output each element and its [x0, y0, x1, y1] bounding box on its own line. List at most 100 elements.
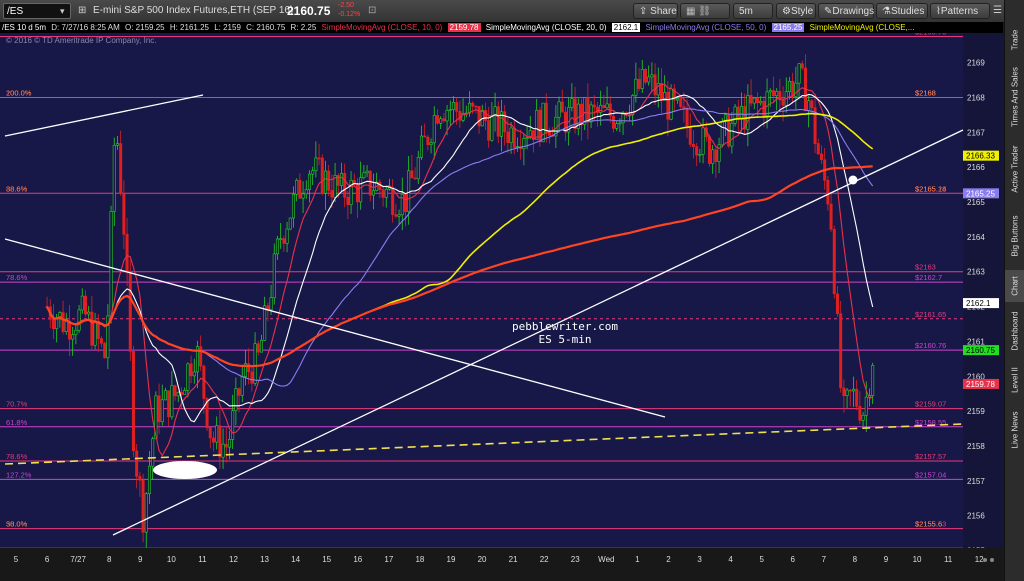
candle-body — [871, 365, 875, 396]
candle-body — [701, 127, 705, 155]
candle-body — [448, 109, 452, 111]
candle-body — [560, 101, 564, 113]
x-tick-label: 6 — [791, 555, 796, 564]
symbol-dropdown-icon[interactable]: ▾ — [60, 3, 65, 19]
candle-body — [343, 173, 347, 198]
candle-body — [227, 439, 231, 448]
candle-body — [442, 118, 446, 122]
candle-body — [317, 157, 321, 160]
right-tab-label: Dashboard — [1010, 311, 1020, 351]
candle-body — [346, 197, 350, 206]
share-button[interactable]: ⇪ Share — [633, 3, 678, 19]
level-left-label-2: 38.6% — [6, 184, 28, 193]
right-tab-dashboard[interactable]: Dashboard — [1005, 306, 1024, 356]
candle-body — [512, 127, 516, 148]
candle-body — [355, 184, 359, 203]
candle-body — [637, 78, 641, 89]
level-right-label: $2169.73 — [915, 33, 946, 36]
candle-body — [253, 343, 257, 384]
candle-body — [135, 450, 139, 477]
candle-body — [685, 108, 689, 127]
patterns-button[interactable]: ⌇Patterns — [930, 3, 990, 19]
candle-body — [397, 214, 401, 217]
candle-body — [835, 293, 839, 314]
drawings-button[interactable]: ✎Drawings — [818, 3, 874, 19]
candle-body — [698, 153, 702, 156]
candle-body — [810, 100, 814, 109]
right-tab-level-ii[interactable]: Level II — [1005, 360, 1024, 400]
candle-body — [691, 144, 695, 147]
x-tick-label: Wed — [598, 555, 614, 564]
sma50-legend[interactable]: SimpleMovingAvg (CLOSE, 50, 0) — [645, 23, 766, 32]
menu-icon[interactable]: ☰ — [993, 3, 1002, 19]
candle-body — [483, 110, 487, 121]
candle-body — [99, 338, 103, 344]
options-icon[interactable]: ⊡ — [368, 3, 376, 19]
right-tab-live-news[interactable]: Live News — [1005, 404, 1024, 456]
right-tab-trade[interactable]: Trade — [1005, 22, 1024, 58]
candle-body — [487, 120, 491, 141]
candle-body — [816, 143, 820, 155]
y-tick-label: 2158 — [967, 442, 985, 451]
x-axis-band — [0, 548, 1003, 581]
interval-button[interactable]: 5m — [733, 3, 773, 19]
y-tick-label: 2169 — [967, 59, 985, 68]
price-chart[interactable]: © 2016 © TD Ameritrade IP Company, Inc. … — [0, 33, 1003, 581]
sma-last-legend[interactable]: SimpleMovingAvg (CLOSE,... — [810, 23, 915, 32]
studies-button[interactable]: ⚗Studies — [876, 3, 928, 19]
x-tick-label: 2 — [666, 555, 671, 564]
level-right-label-2: $2168 — [915, 88, 936, 97]
candle-body — [759, 100, 763, 104]
highlight-ellipse[interactable] — [153, 461, 217, 479]
y-tick-label: 2166 — [967, 163, 985, 172]
level-right-label: $2159.07 — [915, 400, 946, 409]
right-tab-times-and-sales[interactable]: Times And Sales — [1005, 62, 1024, 132]
sma20-legend[interactable]: SimpleMovingAvg (CLOSE, 20, 0) — [486, 23, 607, 32]
candle-body — [765, 91, 769, 117]
candle-body — [327, 170, 331, 191]
price-tag-label: 2162.1 — [966, 299, 991, 308]
candle-body — [109, 211, 113, 317]
candle-body — [861, 414, 865, 421]
candle-body — [339, 173, 343, 186]
y-tick-label: 2157 — [967, 477, 985, 486]
candle-body — [451, 102, 455, 110]
candle-body — [864, 396, 868, 416]
level-right-label: $2157.04 — [915, 470, 946, 479]
candle-body — [800, 63, 804, 69]
candle-body — [736, 106, 740, 120]
candle-body — [394, 214, 398, 217]
right-tab-big-buttons[interactable]: Big Buttons — [1005, 206, 1024, 266]
symbol-info-icon[interactable]: ⊞ — [78, 3, 86, 19]
candle-body — [426, 136, 430, 146]
candle-body — [144, 493, 148, 533]
candle-body — [659, 83, 663, 101]
candle-body — [509, 127, 513, 144]
candle-body — [768, 90, 772, 93]
candle-body — [605, 103, 609, 109]
right-tab-active-trader[interactable]: Active Trader — [1005, 136, 1024, 202]
x-tick-label: 18 — [415, 555, 424, 564]
x-tick-label: 12 — [229, 555, 238, 564]
chart-header-symbol: /ES 10 d 5m — [2, 23, 47, 32]
candle-body — [259, 339, 263, 353]
scroll-dot — [983, 558, 987, 562]
intersection-marker[interactable] — [848, 175, 858, 185]
x-tick-label: 23 — [571, 555, 580, 564]
candle-body — [170, 385, 174, 418]
sync-button[interactable]: ▦ ⛓ — [680, 3, 730, 19]
sma10-legend[interactable]: SimpleMovingAvg (CLOSE, 10, 0) — [322, 23, 443, 32]
candle-body — [435, 115, 439, 124]
style-button[interactable]: ⚙Style — [776, 3, 816, 19]
candle-body — [128, 270, 132, 352]
candle-body — [855, 388, 859, 407]
x-tick-label: 3 — [697, 555, 702, 564]
right-tab-chart[interactable]: Chart — [1005, 270, 1024, 302]
candle-body — [272, 253, 276, 299]
candle-body — [413, 177, 417, 180]
candle-body — [611, 115, 615, 129]
candle-body — [746, 95, 750, 130]
right-tab-label: Active Trader — [1010, 145, 1020, 193]
candle-body — [807, 100, 811, 112]
y-tick-label: 2164 — [967, 233, 985, 242]
